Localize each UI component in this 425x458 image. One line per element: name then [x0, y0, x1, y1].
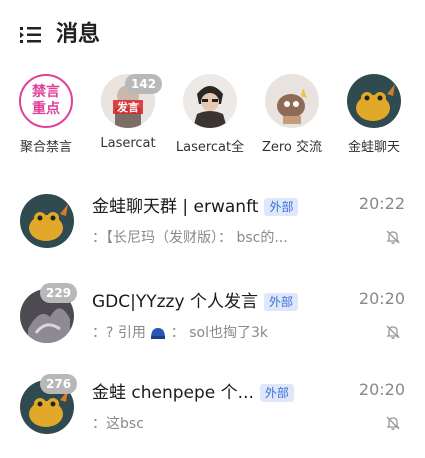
story-item[interactable]: 禁言 重点 聚合禁言 [5, 72, 87, 162]
chat-time: 20:22 [358, 194, 405, 213]
ban-avatar-text: 禁言 重点 [32, 84, 60, 117]
story-item[interactable]: Zero 交流 [251, 72, 333, 162]
chat-name: 金蛙 chenpepe 个... 外部 [92, 378, 294, 403]
cap-emoji-icon [151, 328, 166, 339]
unread-badge: 276 [40, 374, 78, 394]
chat-name-text: 金蛙 chenpepe 个... [92, 383, 254, 403]
chat-time: 20:20 [358, 380, 405, 399]
external-tag: 外部 [264, 198, 299, 216]
mute-icon [386, 325, 400, 339]
chat-name: GDC|YYzzy 个人发言 外部 [92, 287, 298, 312]
chat-row[interactable]: 金蛙聊天群 | erwanft 外部 20:22 ：【长尼玛（发财版）： bsc的… [0, 180, 425, 272]
chat-preview: ：【长尼玛（发财版）： bsc的... [92, 230, 288, 246]
story-label: Zero 交流 [261, 140, 323, 155]
story-label: 金蛙聊天 [347, 140, 400, 155]
preview-text-b: ： sol也掏了3k [166, 325, 269, 341]
story-item[interactable]: Lasercat全 [169, 72, 251, 162]
chat-time: 20:20 [358, 289, 405, 308]
unread-badge: 142 [125, 74, 163, 94]
header: 消息 [0, 0, 425, 70]
avatar[interactable] [347, 74, 401, 128]
story-label: 聚合禁言 [19, 140, 72, 155]
chat-name-text: GDC|YYzzy 个人发言 [92, 292, 258, 312]
chat-name: 金蛙聊天群 | erwanft 外部 [92, 192, 299, 217]
svg-text:发言: 发言 [116, 100, 139, 114]
story-row: 禁言 重点 聚合禁言 发言 142 Lasercat Lasercat全 Zer… [0, 72, 425, 162]
preview-text-a: ：? 引用 [92, 325, 151, 341]
chat-preview: ：这bsc [92, 416, 144, 432]
chat-name-text: 金蛙聊天群 | erwanft [92, 197, 259, 217]
mute-icon [386, 230, 400, 244]
story-label: Lasercat全 [175, 140, 245, 155]
chat-preview: ：? 引用 ： sol也掏了3k [92, 322, 362, 342]
external-tag: 外部 [263, 293, 298, 311]
story-item[interactable]: 发言 142 Lasercat [87, 72, 169, 162]
page-title: 消息 [56, 22, 101, 47]
ban-avatar[interactable]: 禁言 重点 [19, 74, 73, 128]
story-item[interactable]: 金蛙聊天 [333, 72, 415, 162]
avatar [20, 194, 74, 248]
avatar[interactable] [183, 74, 237, 128]
story-label: Lasercat [100, 136, 156, 151]
chat-row[interactable]: 229 GDC|YYzzy 个人发言 外部 20:20 ：? 引用 ： sol也掏… [0, 275, 425, 367]
menu-icon[interactable] [20, 25, 42, 45]
unread-badge: 229 [40, 283, 78, 303]
chat-row[interactable]: 276 金蛙 chenpepe 个... 外部 20:20 ：这bsc [0, 366, 425, 458]
avatar[interactable] [265, 74, 319, 128]
mute-icon [386, 416, 400, 430]
external-tag: 外部 [259, 384, 294, 402]
